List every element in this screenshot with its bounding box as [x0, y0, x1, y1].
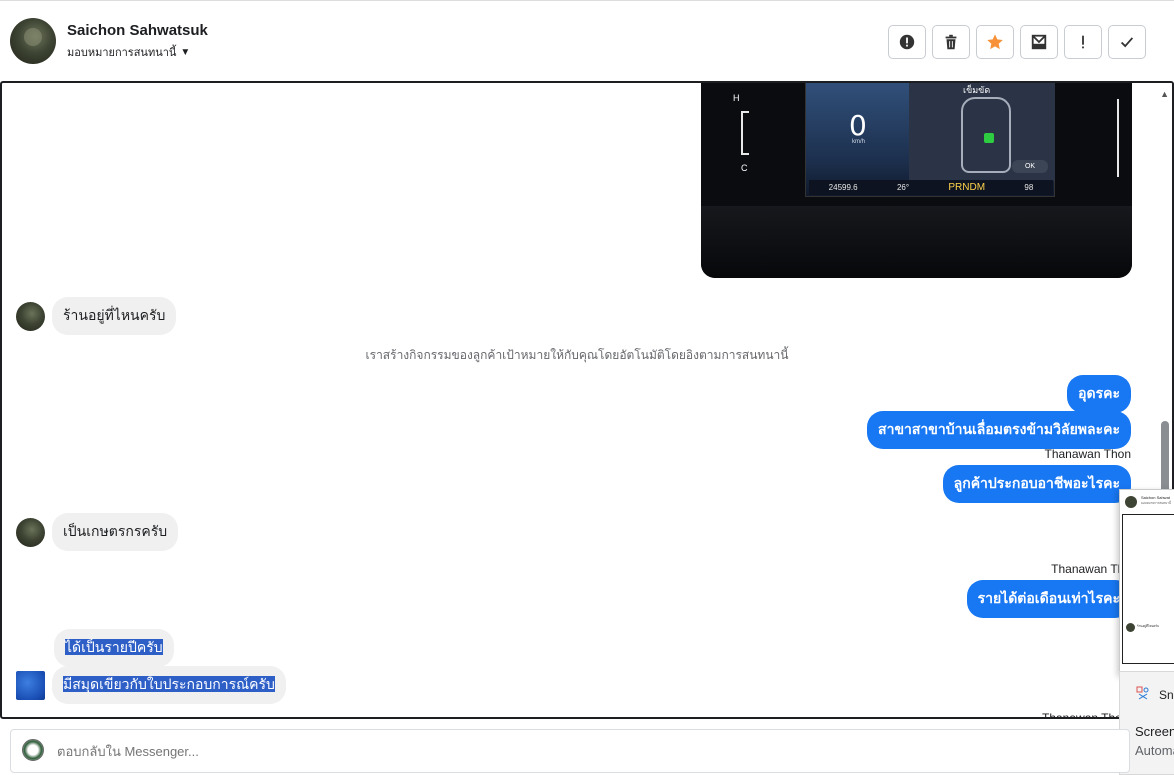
reply-composer	[10, 729, 1130, 773]
preview-name: Saichon Sahwat	[1141, 495, 1170, 500]
alert-circle-icon	[899, 34, 915, 50]
preview-message: ร้านอยู่ที่ไหนครับ	[1137, 624, 1159, 628]
message-bubble[interactable]: มีสมุดเขียวกับใบประกอบการณ์ครับ	[52, 666, 286, 704]
speed-unit: km/h	[852, 139, 866, 145]
contact-name[interactable]: Saichon Sahwatsuk	[67, 22, 208, 39]
selected-text: ได้เป็นรายปีครับ	[65, 639, 163, 655]
scissors-icon	[1136, 686, 1149, 700]
outgoing-message[interactable]: รายได้ต่อเดือนเท่าไรคะ	[966, 580, 1131, 618]
mail-icon	[1031, 34, 1047, 50]
incoming-message: เป็นเกษตรกรครับ	[16, 513, 179, 551]
outgoing-message[interactable]: อุดรคะ	[1067, 375, 1131, 413]
preview-frame	[1122, 514, 1174, 664]
sender-name: Thanawan Tho	[1042, 711, 1122, 719]
contact-avatar[interactable]	[10, 18, 56, 64]
star-button[interactable]	[976, 25, 1014, 59]
incoming-message: ร้านอยู่ที่ไหนครับ	[16, 297, 177, 335]
temp-gauge	[741, 111, 749, 155]
contact-avatar-small[interactable]	[16, 301, 45, 331]
assign-label: มอบหมายการสนทนานี้	[67, 47, 177, 59]
sender-name: Thanawan Thon	[1044, 447, 1131, 461]
contact-avatar-small[interactable]	[16, 517, 45, 547]
preview-sub: มอบหมายการสนทนานี้	[1141, 501, 1171, 505]
exclamation-icon	[1082, 35, 1084, 49]
done-button[interactable]	[1108, 25, 1146, 59]
incoming-message: มีสมุดเขียวกับใบประกอบการณ์ครับ	[16, 666, 286, 704]
star-icon	[987, 34, 1003, 50]
page-avatar-icon	[22, 739, 44, 761]
conversation-header: Saichon Sahwatsuk มอบหมายการสนทนานี้ ▼	[0, 0, 1174, 80]
reply-input[interactable]	[57, 744, 657, 759]
assign-conversation-dropdown[interactable]: มอบหมายการสนทนานี้ ▼	[67, 43, 190, 61]
dashboard-photo[interactable]: 0 km/h เข็มขัด OK H C 24599.6 26° PRNDM …	[701, 83, 1132, 278]
ok-label: OK	[1012, 160, 1048, 173]
mark-unread-button[interactable]	[1020, 25, 1058, 59]
screenshot-preview[interactable]: Saichon Sahwat มอบหมายการสนทนานี้ ร้านอย…	[1119, 489, 1174, 675]
system-message: เราสร้างกิจกรรมของลูกค้าเป้าหมายให้กับคุ…	[365, 348, 789, 362]
follow-up-button[interactable]	[1064, 25, 1102, 59]
fuel-gauge	[1101, 99, 1119, 177]
seatbelt-check-icon	[984, 133, 994, 143]
preview-avatar-small	[1126, 623, 1135, 632]
preview-avatar	[1125, 496, 1137, 508]
trash-icon	[945, 34, 957, 50]
spam-button[interactable]	[888, 25, 926, 59]
cold-label: C	[741, 163, 748, 173]
toast-subtitle: Automatically saved to screenshots folde…	[1135, 743, 1174, 758]
hot-label: H	[733, 93, 740, 103]
outside-temp: 26°	[896, 183, 910, 192]
contact-avatar-small[interactable]	[16, 670, 45, 700]
message-bubble[interactable]: ร้านอยู่ที่ไหนครับ	[52, 297, 177, 335]
header-actions	[888, 25, 1146, 59]
message-bubble[interactable]: เป็นเกษตรกรครับ	[52, 513, 179, 551]
message-bubble[interactable]: ได้เป็นรายปีครับ	[54, 629, 174, 667]
selected-text: มีสมุดเขียวกับใบประกอบการณ์ครับ	[63, 676, 275, 692]
outgoing-message[interactable]: สาขาสาขาบ้านเลื่อมตรงข้ามวิลัยพละคะ	[867, 411, 1131, 449]
message-thread[interactable]: 0 km/h เข็มขัด OK H C 24599.6 26° PRNDM …	[0, 81, 1174, 719]
toast-title: Screenshot copied to clipboard	[1135, 724, 1174, 739]
caret-down-icon: ▼	[180, 46, 191, 58]
check-icon	[1120, 37, 1134, 48]
dashboard-trim	[701, 206, 1132, 278]
gear-indicator: PRNDM	[948, 182, 986, 193]
speed-value: 0	[849, 109, 867, 142]
dashboard-status-bar: 24599.6 26° PRNDM 98	[809, 180, 1053, 195]
inbox-app: Saichon Sahwatsuk มอบหมายการสนทนานี้ ▼ 0…	[0, 0, 1174, 775]
toast-app-name: Snipping Tool	[1159, 688, 1174, 702]
scroll-up-arrow-icon[interactable]: ▲	[1160, 89, 1169, 99]
outgoing-message[interactable]: ลูกค้าประกอบอาชีพอะไรคะ	[942, 465, 1131, 503]
seatbelt-label: เข็มขัด	[963, 85, 991, 95]
delete-button[interactable]	[932, 25, 970, 59]
incoming-message: ได้เป็นรายปีครับ	[54, 629, 174, 667]
range: 98	[1024, 183, 1034, 192]
odometer: 24599.6	[828, 183, 858, 192]
